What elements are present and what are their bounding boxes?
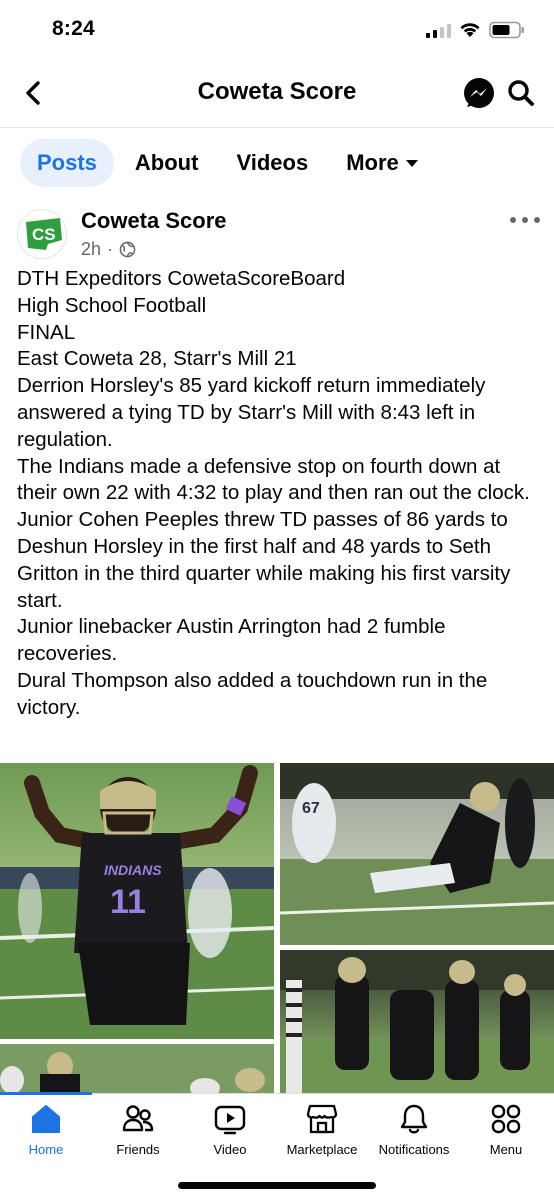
wifi-icon [460, 23, 480, 37]
more-options-icon[interactable] [510, 213, 540, 227]
post-line: Dural Thompson also added a touchdown ru… [17, 668, 488, 719]
tab-more[interactable]: More [329, 139, 435, 187]
photo-player-celebrating[interactable]: INDIANS 11 [0, 763, 274, 1039]
tab-posts[interactable]: Posts [20, 139, 114, 187]
coweta-score-logo: CS [18, 210, 66, 258]
avatar-text: CS [32, 225, 56, 244]
post-line: High School Football [17, 293, 207, 317]
nav-friends[interactable]: Friends [92, 1102, 184, 1164]
nav-label-menu: Menu [489, 1142, 523, 1157]
status-bar: 8:24 [0, 0, 554, 62]
search-icon[interactable] [506, 78, 536, 108]
active-tab-indicator [0, 1092, 92, 1095]
tab-about[interactable]: About [118, 139, 216, 187]
post-line: FINAL [17, 320, 76, 344]
post-line: East Coweta 28, Starr's Mill 21 [17, 347, 297, 371]
post-line: Derrion Horsley's 85 yard kickoff return… [17, 374, 486, 451]
page-header: Coweta Score [0, 62, 554, 128]
nav-notifications[interactable]: Notifications [368, 1102, 460, 1164]
home-indicator[interactable] [178, 1182, 376, 1189]
opponent-number: 67 [302, 800, 320, 817]
post-header: CS Coweta Score 2h · [0, 205, 554, 265]
photo-sideline[interactable] [0, 1044, 274, 1093]
tab-videos[interactable]: Videos [219, 139, 325, 187]
avatar[interactable]: CS [17, 209, 67, 259]
friends-icon [122, 1105, 154, 1132]
post-line: Junior Cohen Peeples threw TD passes of … [17, 508, 511, 612]
post-line: Junior linebacker Austin Arrington had 2… [17, 615, 446, 666]
nav-label-friends: Friends [116, 1142, 160, 1157]
nav-label-video: Video [213, 1142, 247, 1157]
battery-icon [489, 21, 524, 39]
video-icon [214, 1105, 246, 1135]
photo-team-huddle[interactable] [280, 950, 554, 1093]
post-line: DTH Expeditors CowetaScoreBoard [17, 267, 346, 290]
messenger-icon[interactable] [462, 77, 496, 111]
menu-grid-icon [491, 1104, 521, 1134]
post-time[interactable]: 2h [81, 239, 101, 260]
post-author[interactable]: Coweta Score [81, 208, 227, 234]
meta-separator: · [107, 239, 114, 259]
post-text: DTH Expeditors CowetaScoreBoard High Sch… [17, 266, 545, 722]
home-icon [32, 1105, 60, 1133]
nav-menu[interactable]: Menu [460, 1102, 552, 1164]
nav-home[interactable]: Home [0, 1102, 92, 1164]
photo-kick-return-tackle[interactable]: 67 [280, 763, 554, 945]
cellular-signal-icon [426, 24, 451, 38]
status-time: 8:24 [52, 17, 95, 40]
post-line: The Indians made a defensive stop on fou… [17, 454, 530, 505]
nav-label-home: Home [28, 1142, 64, 1157]
nav-label-notifications: Notifications [378, 1142, 450, 1157]
globe-icon [119, 241, 136, 258]
marketplace-icon [306, 1104, 338, 1134]
profile-tabs: Posts About Videos More [20, 138, 439, 188]
bell-icon [400, 1104, 428, 1134]
caret-down-icon [405, 159, 418, 167]
jersey-number: 11 [110, 883, 146, 921]
nav-label-marketplace: Marketplace [286, 1142, 358, 1157]
tab-more-label: More [346, 150, 399, 175]
jersey-text: INDIANS [104, 862, 162, 878]
nav-marketplace[interactable]: Marketplace [276, 1102, 368, 1164]
post-photo-grid: INDIANS 11 67 [0, 763, 554, 1093]
nav-video[interactable]: Video [184, 1102, 276, 1164]
post-meta: 2h · [81, 239, 136, 260]
